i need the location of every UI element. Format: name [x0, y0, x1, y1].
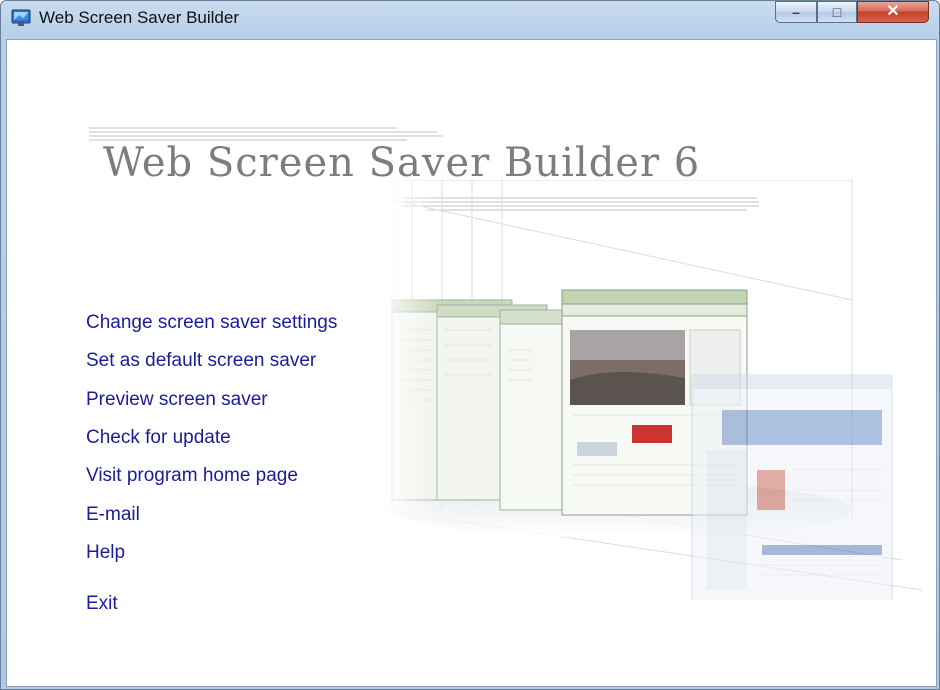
app-window: Web Screen Saver Builder – □ ✕ Web Scree… [0, 0, 940, 690]
close-icon: ✕ [886, 3, 900, 20]
menu-change-settings[interactable]: Change screen saver settings [86, 312, 337, 334]
menu-exit[interactable]: Exit [86, 593, 118, 615]
menu-help[interactable]: Help [86, 542, 125, 564]
app-icon [11, 9, 31, 26]
window-title: Web Screen Saver Builder [39, 8, 240, 27]
menu-set-default[interactable]: Set as default screen saver [86, 350, 316, 372]
maximize-icon: □ [832, 4, 842, 20]
minimize-button[interactable]: – [775, 1, 817, 23]
client-area: Web Screen Saver Builder 6 Change screen… [6, 39, 937, 687]
title-bar[interactable]: Web Screen Saver Builder – □ ✕ [1, 1, 939, 35]
menu-email[interactable]: E-mail [86, 504, 140, 526]
maximize-button[interactable]: □ [817, 1, 857, 23]
menu-check-update[interactable]: Check for update [86, 427, 231, 449]
menu-home-page[interactable]: Visit program home page [86, 465, 298, 487]
browser-windows-illustration [382, 180, 923, 600]
menu-preview[interactable]: Preview screen saver [86, 389, 268, 411]
close-button[interactable]: ✕ [857, 1, 929, 23]
minimize-icon: – [792, 4, 800, 20]
